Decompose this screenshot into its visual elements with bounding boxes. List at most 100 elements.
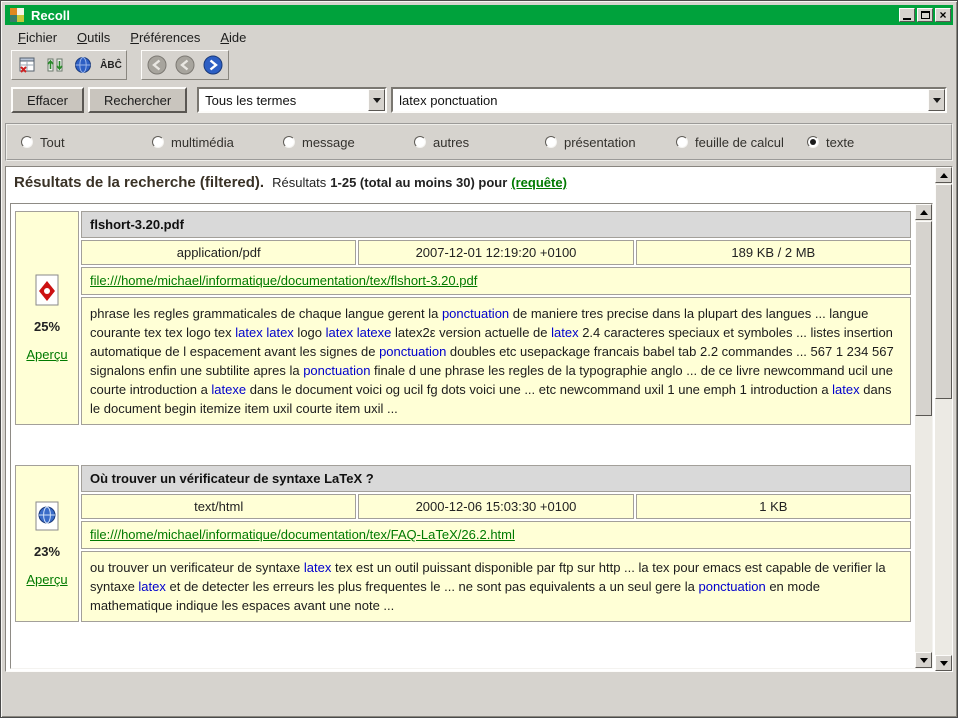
results-count-prefix: Résultats [272, 175, 326, 190]
search-query-input[interactable] [393, 89, 928, 111]
filter-radio-0[interactable]: Tout [21, 135, 152, 150]
result-url-cell: file:///home/michael/informatique/docume… [81, 267, 911, 295]
result-url-link[interactable]: file:///home/michael/informatique/docume… [90, 527, 515, 542]
recoll-window: Recoll × FichierOutilsPréférencesAide [0, 0, 958, 718]
filter-radio-4[interactable]: présentation [545, 135, 676, 150]
result-mimetype: text/html [81, 494, 356, 519]
radio-label: feuille de calcul [695, 135, 784, 150]
radio-label: multimédia [171, 135, 234, 150]
result-date: 2000-12-06 15:03:30 +0100 [358, 494, 633, 519]
clear-table-icon[interactable] [13, 52, 41, 78]
result-entry: 25% Aperçu flshort-3.20.pdf application/… [15, 211, 911, 425]
result-snippet: ou trouver un verificateur de syntaxe la… [81, 551, 911, 622]
scroll-up-button[interactable] [915, 204, 932, 220]
result-date: 2007-12-01 12:19:20 +0100 [358, 240, 633, 265]
relevance-percent: 25% [34, 319, 60, 334]
radio-circle-icon [21, 136, 33, 148]
relevance-percent: 23% [34, 544, 60, 559]
result-url-cell: file:///home/michael/informatique/docume… [81, 521, 911, 549]
filter-row: Tout multimédia message autres présentation f… [5, 123, 953, 161]
search-row: Effacer Rechercher Tous les termes [5, 81, 953, 119]
radio-label: présentation [564, 135, 636, 150]
menu-item-1[interactable]: Outils [68, 27, 119, 48]
search-mode-select[interactable]: Tous les termes [197, 87, 387, 113]
triangle-up-icon [940, 169, 948, 178]
results-count: 1-25 (total au moins 30) pour [330, 175, 507, 190]
radio-circle-icon [545, 136, 557, 148]
triangle-down-icon [920, 658, 928, 667]
results-content: Résultats de la recherche (filtered). Rés… [6, 167, 934, 671]
scroll-down-button[interactable] [935, 655, 952, 671]
clear-button[interactable]: Effacer [11, 87, 84, 113]
result-icon-cell: 25% Aperçu [15, 211, 79, 425]
close-icon: × [939, 9, 946, 21]
maximize-button[interactable] [917, 8, 933, 22]
result-title: Où trouver un vérificateur de syntaxe La… [81, 465, 911, 492]
radio-circle-icon [283, 136, 295, 148]
result-title: flshort-3.20.pdf [81, 211, 911, 238]
result-size: 1 KB [636, 494, 911, 519]
app-icon [10, 8, 24, 22]
filter-radio-1[interactable]: multimédia [152, 135, 283, 150]
scroll-up-button[interactable] [935, 167, 952, 183]
radio-circle-icon [152, 136, 164, 148]
radio-circle-icon [414, 136, 426, 148]
menu-item-0[interactable]: Fichier [9, 27, 66, 48]
back-arrow-icon[interactable] [143, 52, 171, 78]
result-url-link[interactable]: file:///home/michael/informatique/docume… [90, 273, 477, 288]
scroll-down-button[interactable] [915, 652, 932, 668]
result-entry: 23% Aperçu Où trouver un vérificateur de… [15, 465, 911, 622]
radio-label: autres [433, 135, 469, 150]
term-explorer-icon[interactable]: ÂBĈ [97, 52, 125, 78]
html-file-icon[interactable] [34, 501, 60, 531]
results-inner-scrollbar[interactable] [915, 204, 932, 668]
scroll-track[interactable] [915, 220, 932, 652]
result-mimetype: application/pdf [81, 240, 356, 265]
filter-radio-6[interactable]: texte [807, 135, 854, 150]
toolbar-group-nav [141, 50, 229, 80]
radio-label: Tout [40, 135, 65, 150]
filter-radio-3[interactable]: autres [414, 135, 545, 150]
results-list: 25% Aperçu flshort-3.20.pdf application/… [13, 204, 913, 668]
filter-radio-5[interactable]: feuille de calcul [676, 135, 807, 150]
results-header: Résultats de la recherche (filtered). Rés… [6, 167, 934, 196]
menu-item-3[interactable]: Aide [211, 27, 255, 48]
triangle-up-icon [920, 206, 928, 215]
window-bottom-strip [5, 672, 953, 713]
result-size: 189 KB / 2 MB [636, 240, 911, 265]
results-outer-scrollbar[interactable] [935, 167, 952, 671]
query-link[interactable]: (requête) [511, 175, 567, 190]
chevron-down-icon[interactable] [368, 89, 385, 111]
radio-circle-icon [807, 136, 819, 148]
results-panel: Résultats de la recherche (filtered). Rés… [5, 166, 953, 672]
chevron-down-icon[interactable] [928, 89, 945, 111]
scroll-track[interactable] [935, 183, 952, 655]
toolbar: ÂBĈ [5, 49, 953, 81]
search-button[interactable]: Rechercher [88, 87, 187, 113]
minimize-button[interactable] [899, 8, 915, 22]
results-title: Résultats de la recherche (filtered). [14, 174, 264, 191]
search-mode-value: Tous les termes [205, 93, 296, 108]
sort-refresh-icon[interactable] [41, 52, 69, 78]
search-query-combo [391, 87, 947, 113]
forward-arrow-icon[interactable] [199, 52, 227, 78]
minimize-icon [903, 18, 911, 20]
back-arrow-icon[interactable] [171, 52, 199, 78]
preview-link[interactable]: Aperçu [26, 572, 67, 587]
radio-circle-icon [676, 136, 688, 148]
menu-bar: FichierOutilsPréférencesAide [5, 25, 953, 49]
result-snippet: phrase les regles grammaticales de chaqu… [81, 297, 911, 425]
web-browser-icon[interactable] [69, 52, 97, 78]
triangle-down-icon [940, 661, 948, 670]
title-bar[interactable]: Recoll × [5, 5, 953, 25]
scroll-thumb[interactable] [915, 221, 932, 416]
pdf-file-icon[interactable] [34, 274, 60, 306]
scroll-thumb[interactable] [935, 184, 952, 399]
menu-item-2[interactable]: Préférences [121, 27, 209, 48]
filter-radio-2[interactable]: message [283, 135, 414, 150]
maximize-icon [921, 11, 930, 19]
result-icon-cell: 23% Aperçu [15, 465, 79, 622]
radio-label: message [302, 135, 355, 150]
preview-link[interactable]: Aperçu [26, 347, 67, 362]
close-button[interactable]: × [935, 8, 951, 22]
